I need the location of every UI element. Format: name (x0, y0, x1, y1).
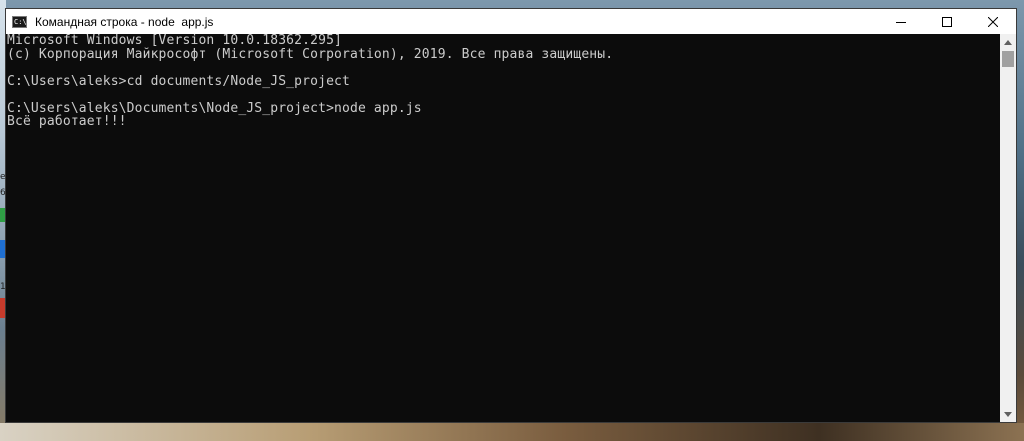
title-bar[interactable]: C:\ Командная строка - node app.js (6, 9, 1016, 34)
vertical-scrollbar[interactable] (1000, 34, 1016, 422)
close-icon (988, 16, 998, 27)
console-line: (c) Корпорация Майкрософт (Microsoft Cor… (7, 46, 614, 62)
command-prompt-icon[interactable]: C:\ (12, 15, 27, 28)
scroll-thumb[interactable] (1002, 51, 1014, 67)
console-line: Всё работает!!! (7, 114, 127, 129)
console-line: C:\Users\aleks\Documents\Node_JS_project… (7, 100, 422, 116)
minimize-icon (896, 21, 906, 23)
maximize-icon (942, 16, 952, 27)
console-window[interactable]: C:\ Командная строка - node app.js Micro… (5, 8, 1017, 423)
minimize-button[interactable] (878, 9, 924, 34)
window-title: Командная строка - node app.js (35, 14, 214, 29)
console-line: Microsoft Windows [Version 10.0.18362.29… (7, 34, 343, 48)
console-output[interactable]: Microsoft Windows [Version 10.0.18362.29… (6, 34, 1000, 422)
maximize-button[interactable] (924, 9, 970, 34)
chevron-down-icon (1004, 411, 1012, 417)
chevron-up-icon (1004, 39, 1012, 45)
close-button[interactable] (970, 9, 1016, 34)
scroll-down-button[interactable] (1000, 406, 1016, 422)
scroll-up-button[interactable] (1000, 34, 1016, 50)
console-line: C:\Users\aleks>cd documents/Node_JS_proj… (7, 73, 350, 89)
window-controls (878, 9, 1016, 34)
desktop-background-bottom (0, 423, 1024, 441)
